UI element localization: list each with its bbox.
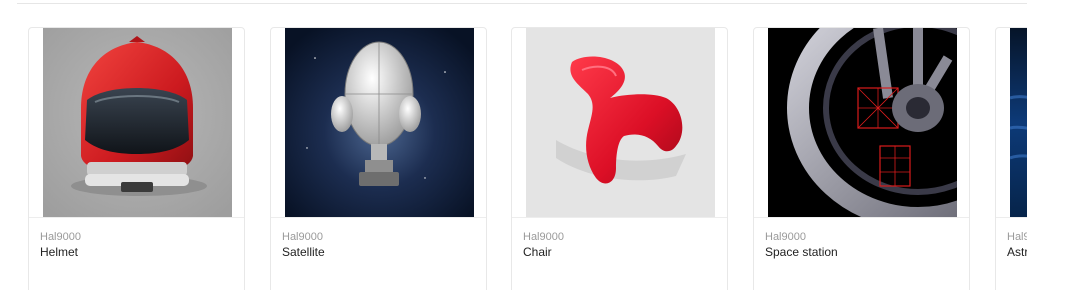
card-divider [512,217,727,218]
card-title[interactable]: Astr [1007,245,1027,259]
space-station-image [768,28,957,217]
model-card-chair[interactable]: Hal9000 Chair [511,27,728,290]
model-thumbnail-astr[interactable] [1010,28,1027,217]
card-divider [271,217,486,218]
card-author[interactable]: Hal9000 [282,231,323,243]
card-author[interactable]: Hal9 [1007,231,1027,243]
model-card-satellite[interactable]: Hal9000 Satellite [270,27,487,290]
model-card-astr[interactable]: Hal9 Astr [995,27,1027,290]
satellite-image [285,28,474,217]
card-author[interactable]: Hal9000 [765,231,806,243]
helmet-image [43,28,232,217]
model-thumbnail-helmet[interactable] [43,28,232,217]
card-title[interactable]: Helmet [40,245,78,259]
model-thumbnail-space-station[interactable] [768,28,957,217]
model-thumbnail-chair[interactable] [526,28,715,217]
model-card-row[interactable]: Hal9000 Helmet Hal9000 Satellite Hal9000… [0,0,1027,290]
card-divider [29,217,244,218]
card-title[interactable]: Space station [765,245,838,259]
astr-image [1010,28,1027,217]
card-author[interactable]: Hal9000 [523,231,564,243]
chair-image [526,28,715,217]
card-divider [996,217,1027,218]
model-thumbnail-satellite[interactable] [285,28,474,217]
card-divider [754,217,969,218]
model-card-space-station[interactable]: Hal9000 Space station [753,27,970,290]
card-title[interactable]: Chair [523,245,552,259]
card-title[interactable]: Satellite [282,245,325,259]
card-author[interactable]: Hal9000 [40,231,81,243]
model-card-helmet[interactable]: Hal9000 Helmet [28,27,245,290]
